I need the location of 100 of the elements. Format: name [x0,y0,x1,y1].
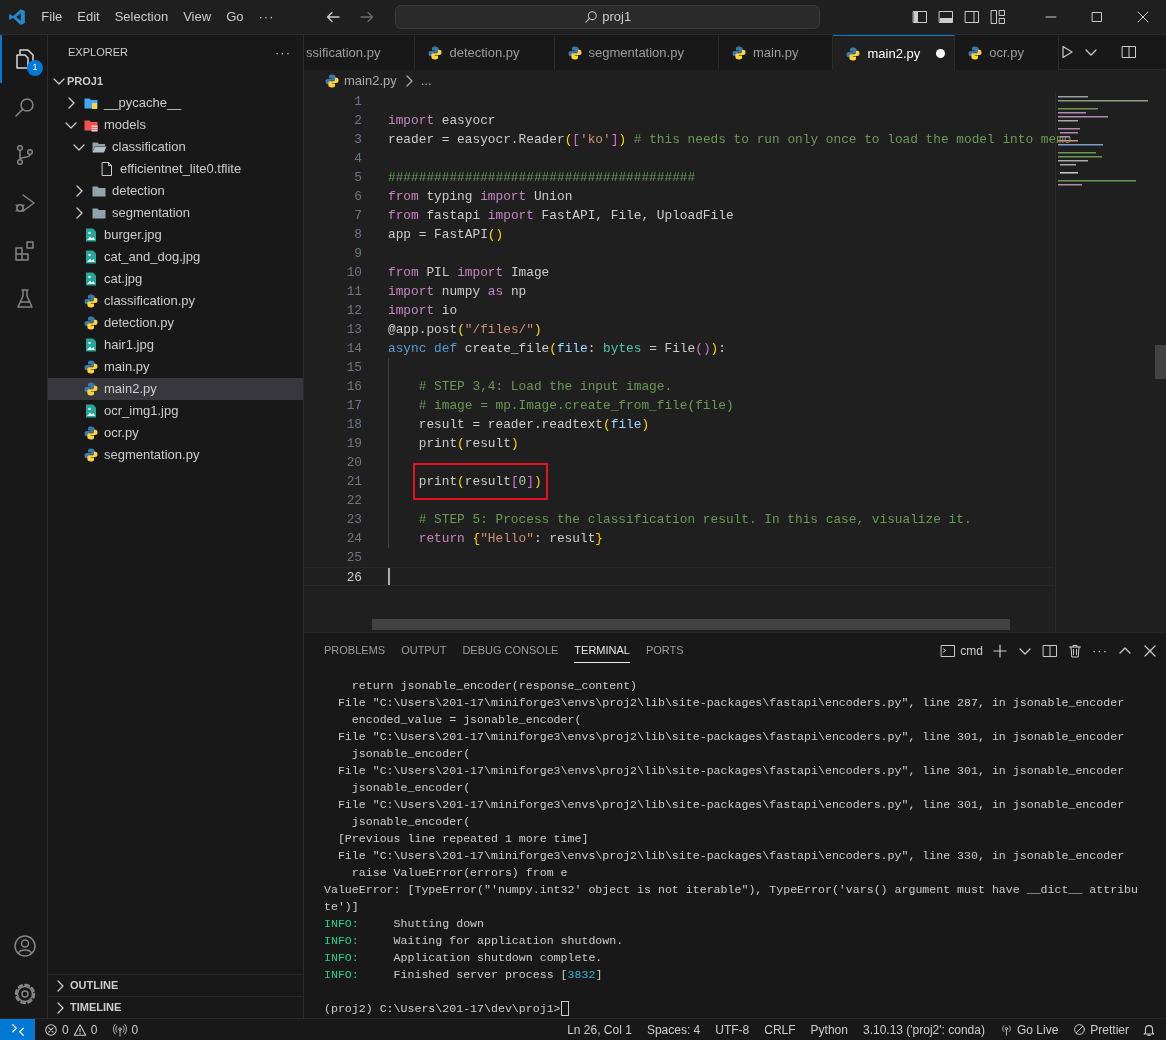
tree-item[interactable]: classification.py [48,290,303,312]
no-entry-icon [1073,1023,1087,1036]
code-line: # STEP 3,4: Load the input image. [418,378,673,396]
tree-item[interactable]: hair1.jpg [48,334,303,356]
split-editor-icon[interactable] [1120,44,1137,60]
scrollbar-thumb[interactable] [1155,345,1166,379]
panel-tab[interactable]: TERMINAL [574,638,630,663]
tree-item[interactable]: segmentation [48,202,303,224]
panel-tab[interactable]: DEBUG CONSOLE [462,638,559,663]
forward-arrow-icon[interactable] [359,9,376,25]
account-icon[interactable] [12,934,37,958]
tree-item[interactable]: cat_and_dog.jpg [48,246,303,268]
tree-item[interactable]: models [48,114,303,136]
terminal-selector[interactable]: cmd [940,641,983,660]
menu-item[interactable]: Go [219,6,251,28]
line-number: 6 [353,188,363,206]
settings-icon[interactable] [12,982,37,1006]
tree-item[interactable]: classification [48,136,303,158]
python-icon [83,447,99,463]
editor-tab[interactable]: ocr.py [955,35,1059,70]
more-actions-button[interactable]: ··· [275,42,291,63]
maximize-icon[interactable] [1091,11,1103,23]
layout-icon[interactable] [990,9,1006,25]
bell-icon[interactable] [1142,1022,1156,1037]
code-line: from fastapi import FastAPI, File, UploadFile [388,207,734,225]
folder-header[interactable]: PROJ1 [48,70,303,92]
tree-item[interactable]: detection.py [48,312,303,334]
terminal-line: INFO: Waiting for application shutdown. [324,933,625,949]
line-number: 1 [353,93,363,111]
line-number: 3 [353,131,363,149]
status-item[interactable]: CRLF [759,1018,801,1040]
menu-item[interactable]: Selection [107,6,176,28]
line-number: 7 [353,207,363,225]
panel-tab[interactable]: PROBLEMS [324,638,386,663]
terminal-line: File "C:\Users\201-17\miniforge3\envs\proj2\lib\site-packages\fastapi\encoders.py", line 301, in jsonable_encoder [336,797,1126,813]
line-number: 19 [345,435,363,453]
status-item[interactable]: UTF-8 [710,1018,755,1040]
tree-item[interactable]: main.py [48,356,303,378]
python-icon [566,45,583,61]
file-icon [99,161,115,177]
code-line: # image = mp.Image.create_from_file(file) [418,397,734,415]
remote-button[interactable] [0,1018,35,1040]
trash-icon[interactable] [1067,642,1083,659]
plus-icon[interactable] [992,642,1008,659]
terminal-line: te')] [324,899,360,915]
status-item[interactable]: Ln 26, Col 1 [562,1018,637,1040]
tree-item[interactable]: segmentation.py [48,444,303,466]
more-menu-button[interactable]: ··· [251,6,282,28]
extensions-icon[interactable] [12,239,37,263]
editor-tab[interactable]: ssification.py [304,35,416,70]
problems-status[interactable]: 0 0 [39,1018,103,1040]
status-item[interactable]: Go Live [994,1018,1064,1040]
ports-status[interactable]: 0 [108,1018,144,1040]
tree-item[interactable]: ocr_img1.jpg [48,400,303,422]
command-center-search[interactable]: proj1 [395,5,820,29]
back-arrow-icon[interactable] [325,9,342,25]
menu-item[interactable]: View [176,6,219,28]
tree-item[interactable]: burger.jpg [48,224,303,246]
panel-tab[interactable]: PORTS [645,638,684,663]
tree-item[interactable]: detection [48,180,303,202]
tree-item[interactable]: __pycache__ [48,92,303,114]
tree-item[interactable]: main2.py [48,378,303,400]
status-item[interactable]: Prettier [1068,1018,1134,1040]
code-line: import easyocr [388,112,496,130]
line-number: 13 [345,321,363,339]
menu-item[interactable]: File [34,6,70,28]
line-number: 8 [353,226,363,244]
split-terminal-icon[interactable] [1042,642,1058,659]
terminal-cursor [560,1001,569,1016]
status-item[interactable]: Python [805,1018,853,1040]
primary-sidebar-toggle-icon[interactable] [912,9,928,25]
tree-item[interactable]: ocr.py [48,422,303,444]
status-item[interactable]: Spaces: 4 [641,1018,706,1040]
line-number: 17 [345,397,363,415]
search-icon[interactable] [12,95,37,119]
editor-tab[interactable]: segmentation.py [554,35,719,70]
section-header[interactable]: OUTLINE [48,974,303,996]
scrollbar-thumb[interactable] [372,619,1010,630]
tree-item[interactable]: cat.jpg [48,268,303,290]
tree-item[interactable]: efficientnet_lite0.tflite [48,158,303,180]
editor-tab[interactable]: main2.py [833,35,956,71]
breadcrumb-item[interactable]: ... [420,71,432,91]
more-actions-button[interactable]: ··· [1092,640,1108,661]
editor-tab[interactable]: detection.py [415,35,555,70]
menu-item[interactable]: Edit [70,6,107,28]
status-item[interactable]: 3.10.13 ('proj2': conda) [857,1018,990,1040]
breadcrumb-item[interactable]: main2.py [344,71,397,91]
code-line: print(result) [418,435,519,453]
unsaved-dot [935,49,945,58]
panel-toggle-icon[interactable] [938,9,954,25]
python-icon [83,359,99,375]
secondary-sidebar-toggle-icon[interactable] [964,9,980,25]
editor-tab[interactable]: main.py [718,35,834,70]
line-number: 26 [345,569,363,585]
close-icon[interactable] [1137,11,1149,23]
sidebar-title: EXPLORER [68,45,128,61]
terminal-line: File "C:\Users\201-17\miniforge3\envs\proj2\lib\site-packages\fastapi\encoders.py", line 301, in jsonable_encoder [336,729,1126,745]
terminal-line: File "C:\Users\201-17\miniforge3\envs\proj2\lib\site-packages\fastapi\encoders.py", line 287, in jsonable_encoder [336,695,1126,711]
panel-tab[interactable]: OUTPUT [401,638,447,663]
python-icon [730,45,747,61]
